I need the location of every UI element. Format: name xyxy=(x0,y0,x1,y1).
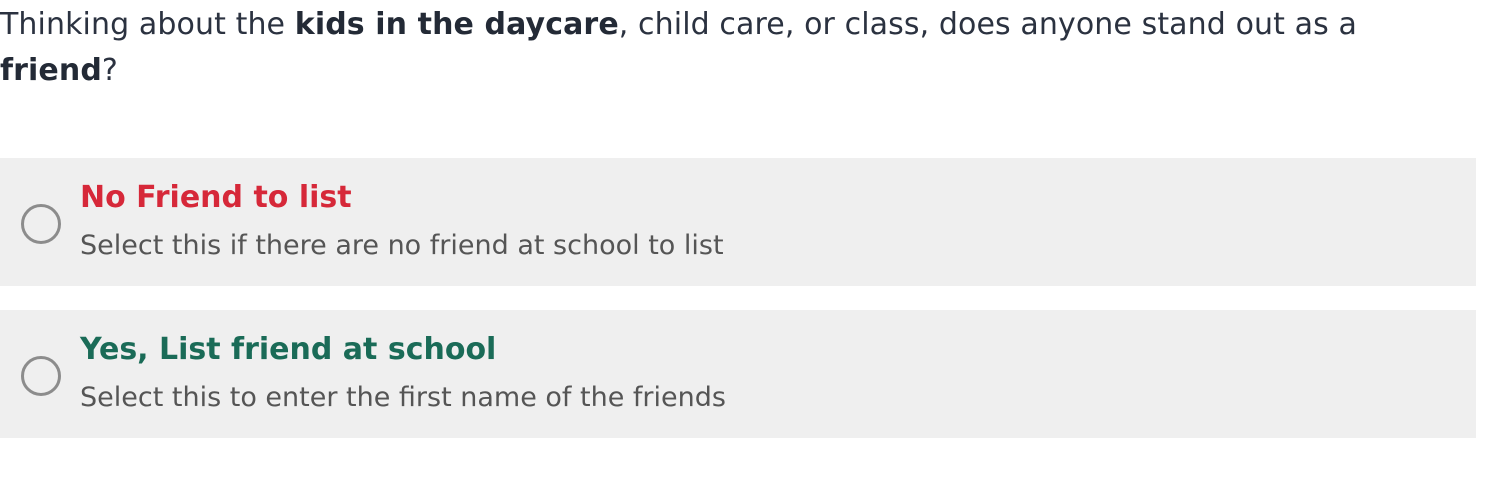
question-part: Thinking about the xyxy=(0,7,295,42)
option-title: Yes, List friend at school xyxy=(80,332,497,367)
option-no-friend[interactable]: No Friend to list Select this if there a… xyxy=(0,158,1476,286)
radio-button[interactable] xyxy=(21,356,61,396)
option-description: Select this to enter the first name of t… xyxy=(80,382,726,413)
option-description: Select this if there are no friend at sc… xyxy=(80,230,724,261)
radio-button[interactable] xyxy=(21,204,61,244)
question-emphasis: kids in the daycare xyxy=(294,7,619,42)
question-emphasis: friend xyxy=(0,53,102,88)
option-list-friend[interactable]: Yes, List friend at school Select this t… xyxy=(0,310,1476,438)
question-text: Thinking about the kids in the daycare, … xyxy=(0,2,1480,94)
question-part: , child care, or class, does anyone stan… xyxy=(618,7,1357,42)
option-title: No Friend to list xyxy=(80,180,352,215)
question-part: ? xyxy=(101,53,118,88)
